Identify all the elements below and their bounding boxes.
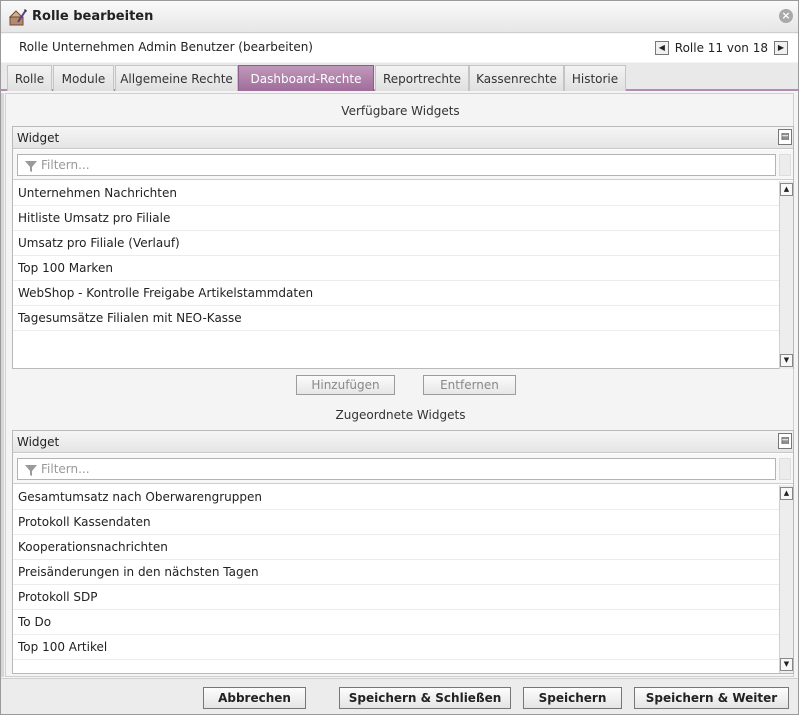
- tab-historie[interactable]: Historie: [564, 65, 626, 91]
- list-item[interactable]: Protokoll Kassendaten: [13, 510, 779, 535]
- record-pager: ◀ Rolle 11 von 18 ▶: [654, 40, 788, 56]
- dialog-window: Rolle bearbeiten × Rolle Unternehmen Adm…: [0, 0, 799, 715]
- scroll-down-icon[interactable]: ▼: [780, 354, 793, 367]
- save-and-next-button[interactable]: Speichern & Weiter: [634, 687, 789, 709]
- filter-row: Filtern...: [13, 454, 793, 484]
- filter-icon: [24, 463, 38, 477]
- filter-scroll: [779, 154, 791, 176]
- left-edge: [1, 93, 4, 677]
- record-subtitle: Rolle Unternehmen Admin Benutzer (bearbe…: [19, 40, 313, 54]
- role-edit-icon: [9, 9, 27, 26]
- list-item[interactable]: Unternehmen Nachrichten: [13, 181, 779, 206]
- pager-label: Rolle 11 von 18: [674, 41, 768, 55]
- tab-reportrechte[interactable]: Reportrechte: [375, 65, 469, 91]
- widget-column-header[interactable]: Widget: [17, 435, 59, 449]
- cancel-button[interactable]: Abbrechen: [203, 687, 306, 709]
- filter-icon: [24, 159, 38, 173]
- dialog-footer: Abbrechen Speichern & Schließen Speicher…: [1, 678, 798, 714]
- add-widget-button[interactable]: Hinzufügen: [296, 375, 395, 395]
- tab-module[interactable]: Module: [53, 65, 114, 91]
- available-widgets-grid: Widget ▤ Filtern... Unternehmen Nachrich…: [12, 126, 794, 369]
- filter-scroll: [779, 458, 791, 480]
- assigned-widgets-title: Zugeordnete Widgets: [335, 408, 466, 422]
- list-item[interactable]: Umsatz pro Filiale (Verlauf): [13, 231, 779, 256]
- record-header: Rolle Unternehmen Admin Benutzer (bearbe…: [1, 34, 798, 62]
- scroll-up-icon[interactable]: ▲: [780, 487, 793, 500]
- assigned-scrollbar[interactable]: ▲ ▼: [779, 485, 793, 673]
- list-item[interactable]: To Do: [13, 610, 779, 635]
- save-and-close-button[interactable]: Speichern & Schließen: [339, 687, 511, 709]
- list-item[interactable]: WebShop - Kontrolle Freigabe Artikelstam…: [13, 281, 779, 306]
- filter-placeholder: Filtern...: [41, 158, 90, 172]
- dialog-title: Rolle bearbeiten: [32, 9, 154, 24]
- list-item[interactable]: Protokoll SDP: [13, 585, 779, 610]
- assigned-widgets-grid: Widget ▤ Filtern... Gesamtumsatz nach Ob…: [12, 430, 794, 674]
- assigned-filter-input[interactable]: Filtern...: [17, 458, 776, 480]
- list-item[interactable]: Top 100 Marken: [13, 256, 779, 281]
- tab-kassenrechte[interactable]: Kassenrechte: [469, 65, 564, 91]
- grid-header: Widget ▤: [13, 127, 793, 149]
- tab-allgemeine-rechte[interactable]: Allgemeine Rechte: [115, 65, 238, 91]
- tab-dashboard-rechte[interactable]: Dashboard-Rechte: [238, 65, 374, 91]
- filter-row: Filtern...: [13, 150, 793, 180]
- remove-widget-button[interactable]: Entfernen: [423, 375, 516, 395]
- save-button[interactable]: Speichern: [523, 687, 622, 709]
- available-widgets-list: Unternehmen Nachrichten Hitliste Umsatz …: [13, 181, 779, 369]
- grid-header: Widget ▤: [13, 431, 793, 453]
- widget-column-header[interactable]: Widget: [17, 131, 59, 145]
- scroll-down-icon[interactable]: ▼: [780, 658, 793, 671]
- list-item[interactable]: Tagesumsätze Filialen mit NEO-Kasse: [13, 306, 779, 331]
- filter-placeholder: Filtern...: [41, 462, 90, 476]
- list-item[interactable]: Top 100 Artikel: [13, 635, 779, 660]
- list-item[interactable]: Hitliste Umsatz pro Filiale: [13, 206, 779, 231]
- close-icon[interactable]: ×: [779, 9, 793, 23]
- title-bar: Rolle bearbeiten ×: [1, 1, 798, 33]
- scroll-up-icon[interactable]: ▲: [780, 183, 793, 196]
- assigned-widgets-list: Gesamtumsatz nach Oberwarengruppen Proto…: [13, 485, 779, 673]
- column-menu-icon[interactable]: ▤: [778, 433, 792, 449]
- available-filter-input[interactable]: Filtern...: [17, 154, 776, 176]
- tab-bar: Rolle Module Allgemeine Rechte Dashboard…: [1, 63, 798, 91]
- tab-rolle[interactable]: Rolle: [7, 65, 52, 91]
- dashboard-rights-panel: Verfügbare Widgets Widget ▤ Filtern... U…: [5, 93, 794, 677]
- list-item[interactable]: Preisänderungen in den nächsten Tagen: [13, 560, 779, 585]
- pager-prev-button[interactable]: ◀: [654, 41, 669, 55]
- list-item[interactable]: Gesamtumsatz nach Oberwarengruppen: [13, 485, 779, 510]
- column-menu-icon[interactable]: ▤: [778, 129, 792, 145]
- list-item[interactable]: Kooperationsnachrichten: [13, 535, 779, 560]
- available-widgets-title: Verfügbare Widgets: [341, 104, 460, 118]
- available-scrollbar[interactable]: ▲ ▼: [779, 181, 793, 369]
- pager-next-button[interactable]: ▶: [774, 41, 788, 55]
